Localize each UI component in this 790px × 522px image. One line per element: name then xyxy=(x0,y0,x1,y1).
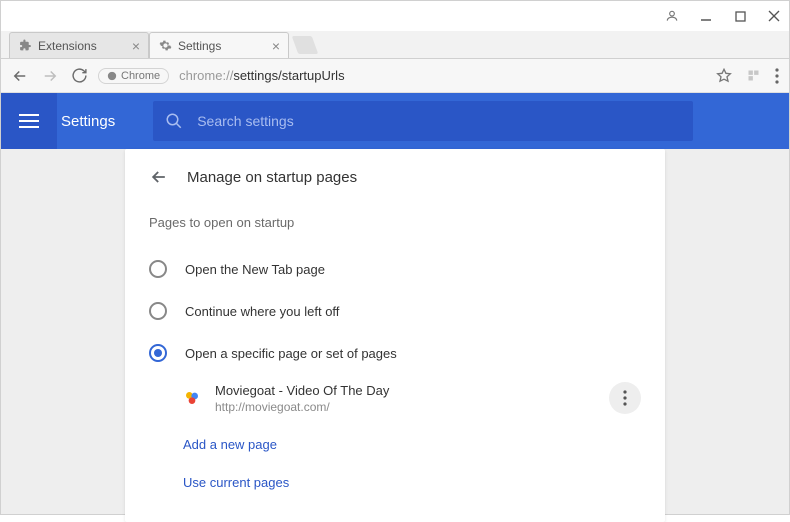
address-bar: Chrome chrome://settings/startupUrls xyxy=(1,59,789,93)
close-icon[interactable] xyxy=(767,9,781,23)
extensions-icon[interactable] xyxy=(746,68,761,83)
settings-body: Manage on startup pages Pages to open on… xyxy=(1,149,789,514)
startup-card: Manage on startup pages Pages to open on… xyxy=(125,149,665,522)
search-settings-box[interactable] xyxy=(153,101,693,141)
card-title: Manage on startup pages xyxy=(187,169,357,186)
tab-strip: Extensions × Settings × xyxy=(1,31,789,59)
window-titlebar xyxy=(1,1,789,31)
section-label: Pages to open on startup xyxy=(149,215,641,230)
tab-close-icon[interactable]: × xyxy=(272,38,280,54)
tab-label: Settings xyxy=(178,39,221,53)
radio-option-specific-pages[interactable]: Open a specific page or set of pages xyxy=(149,332,641,374)
radio-label: Continue where you left off xyxy=(185,304,339,319)
settings-title: Settings xyxy=(61,113,115,130)
entry-title: Moviegoat - Video Of The Day xyxy=(215,383,609,398)
url-host: chrome:// xyxy=(179,68,233,83)
startup-page-entry: Moviegoat - Video Of The Day http://movi… xyxy=(149,374,641,422)
puzzle-icon xyxy=(18,39,32,53)
radio-icon xyxy=(149,302,167,320)
tab-close-icon[interactable]: × xyxy=(132,38,140,54)
site-favicon-icon xyxy=(183,389,201,407)
radio-label: Open a specific page or set of pages xyxy=(185,346,397,361)
entry-more-button[interactable] xyxy=(609,382,641,414)
hamburger-menu-button[interactable] xyxy=(1,93,57,149)
menu-dots-icon[interactable] xyxy=(775,68,779,84)
radio-option-continue[interactable]: Continue where you left off xyxy=(149,290,641,332)
search-input[interactable] xyxy=(197,113,681,129)
chrome-scheme-badge: Chrome xyxy=(98,68,169,84)
search-icon xyxy=(165,112,183,130)
entry-url: http://moviegoat.com/ xyxy=(215,400,609,414)
use-current-link[interactable]: Use current pages xyxy=(183,475,289,490)
radio-option-new-tab[interactable]: Open the New Tab page xyxy=(149,248,641,290)
url-display[interactable]: chrome://settings/startupUrls xyxy=(179,68,706,83)
add-page-row[interactable]: Add a new page xyxy=(149,422,641,460)
url-path: settings/startupUrls xyxy=(233,68,344,83)
radio-label: Open the New Tab page xyxy=(185,262,325,277)
settings-header: Settings xyxy=(1,93,789,149)
radio-icon xyxy=(149,260,167,278)
tab-label: Extensions xyxy=(38,39,97,53)
use-current-row[interactable]: Use current pages xyxy=(149,460,641,498)
scheme-label: Chrome xyxy=(121,70,160,82)
reload-icon[interactable] xyxy=(71,67,88,84)
new-tab-button[interactable] xyxy=(292,36,319,54)
gear-icon xyxy=(158,39,172,53)
minimize-icon[interactable] xyxy=(699,9,713,23)
radio-icon-selected xyxy=(149,344,167,362)
user-icon[interactable] xyxy=(665,9,679,23)
forward-icon[interactable] xyxy=(41,67,59,85)
tab-settings[interactable]: Settings × xyxy=(149,32,289,58)
star-icon[interactable] xyxy=(716,68,732,84)
back-arrow-button[interactable] xyxy=(149,167,169,187)
tab-extensions[interactable]: Extensions × xyxy=(9,32,149,58)
add-page-link[interactable]: Add a new page xyxy=(183,437,277,452)
maximize-icon[interactable] xyxy=(733,9,747,23)
back-icon[interactable] xyxy=(11,67,29,85)
